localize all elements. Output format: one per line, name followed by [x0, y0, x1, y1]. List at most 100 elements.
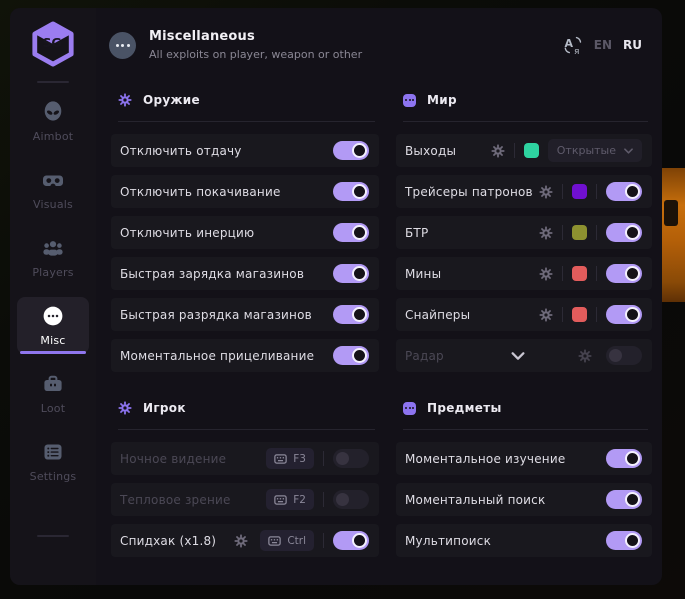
sidebar-item-label: Aimbot	[33, 130, 74, 143]
setting-label: Мультипоиск	[405, 534, 491, 548]
vr-goggles-icon	[41, 168, 65, 192]
column-right: Мир Выходы Открытые	[396, 84, 652, 585]
sidebar-item-label: Settings	[30, 470, 77, 483]
setting-row: Быстрая зарядка магазинов	[111, 257, 379, 290]
toggle-switch[interactable]	[333, 305, 369, 324]
setting-row: Отключить отдачу	[111, 134, 379, 167]
color-swatch[interactable]	[572, 266, 587, 281]
toggle-switch[interactable]	[333, 449, 369, 468]
toggle-switch[interactable]	[606, 305, 642, 324]
setting-label: Мины	[405, 267, 441, 281]
toggle-switch[interactable]	[333, 490, 369, 509]
toggle-switch[interactable]	[606, 490, 642, 509]
section-title: Мир	[427, 93, 457, 107]
hotkey-badge[interactable]: F3	[266, 448, 314, 469]
control-divider	[562, 225, 563, 240]
toggle-switch[interactable]	[333, 223, 369, 242]
color-swatch[interactable]	[524, 143, 539, 158]
people-icon	[41, 236, 65, 260]
section-items: Предметы Моментальное изучение Моменталь…	[396, 398, 652, 557]
sidebar-item-misc[interactable]: Misc	[17, 297, 89, 354]
control-divider	[323, 533, 324, 548]
section-divider	[118, 121, 375, 122]
toggle-switch[interactable]	[333, 141, 369, 160]
section-header: Мир	[396, 90, 652, 110]
toggle-switch[interactable]	[606, 182, 642, 201]
dropdown-select[interactable]: Открытые	[548, 139, 642, 162]
background-game-object	[662, 168, 685, 302]
setting-row: Тепловое зрение F2	[111, 483, 379, 516]
section-header: Предметы	[396, 398, 652, 418]
section-world: Мир Выходы Открытые	[396, 90, 652, 372]
setting-row: Выходы Открытые	[396, 134, 652, 167]
toggle-switch[interactable]	[333, 182, 369, 201]
sidebar-item-settings[interactable]: Settings	[17, 433, 89, 490]
toggle-switch[interactable]	[333, 346, 369, 365]
section-header: Игрок	[111, 398, 379, 418]
color-swatch[interactable]	[572, 307, 587, 322]
gear-icon[interactable]	[539, 308, 553, 322]
alien-icon	[41, 100, 65, 124]
control-divider	[323, 492, 324, 507]
chevron-down-icon	[624, 148, 633, 154]
sidebar: SG Aimbot	[10, 8, 96, 585]
color-swatch[interactable]	[572, 184, 587, 199]
setting-row: Моментальное прицеливание	[111, 339, 379, 372]
keyboard-icon	[274, 495, 287, 505]
setting-label: Радар	[405, 349, 444, 363]
gear-icon[interactable]	[539, 185, 553, 199]
setting-label: Быстрая разрядка магазинов	[120, 308, 312, 322]
setting-row: Мультипоиск	[396, 524, 652, 557]
gear-icon	[118, 93, 132, 107]
hotkey-badge[interactable]: Ctrl	[260, 530, 314, 551]
sidebar-item-visuals[interactable]: Visuals	[17, 161, 89, 218]
setting-row: Быстрая разрядка магазинов	[111, 298, 379, 331]
sidebar-item-label: Visuals	[33, 198, 73, 211]
toggle-switch[interactable]	[606, 346, 642, 365]
sidebar-item-label: Players	[32, 266, 73, 279]
gear-icon[interactable]	[234, 534, 248, 548]
control-divider	[596, 307, 597, 322]
setting-label: Спидхак (x1.8)	[120, 534, 216, 548]
items-icon	[403, 402, 416, 415]
page-subtitle: All exploits on player, weapon or other	[149, 48, 362, 61]
toggle-switch[interactable]	[333, 264, 369, 283]
setting-row: Трейсеры патронов	[396, 175, 652, 208]
gear-icon	[118, 401, 132, 415]
gear-icon[interactable]	[539, 226, 553, 240]
sidebar-item-players[interactable]: Players	[17, 229, 89, 286]
lang-option-ru[interactable]: RU	[623, 38, 642, 52]
app-window: SG Aimbot	[10, 8, 662, 585]
desktop-background: SG Aimbot	[0, 0, 685, 599]
keyboard-icon	[268, 536, 281, 546]
toggle-switch[interactable]	[606, 531, 642, 550]
setting-label: БТР	[405, 226, 428, 240]
toggle-switch[interactable]	[606, 223, 642, 242]
page-header: Miscellaneous All exploits on player, we…	[96, 8, 662, 82]
column-left: Оружие Отключить отдачу Отключить покачи…	[111, 84, 379, 585]
control-divider	[514, 143, 515, 158]
hotkey-badge[interactable]: F2	[266, 489, 314, 510]
ellipsis-icon	[41, 304, 65, 328]
setting-row: Ночное видение F3	[111, 442, 379, 475]
setting-label: Моментальное прицеливание	[120, 349, 314, 363]
color-swatch[interactable]	[572, 225, 587, 240]
setting-label: Моментальное изучение	[405, 452, 565, 466]
briefcase-icon	[41, 372, 65, 396]
sidebar-item-loot[interactable]: Loot	[17, 365, 89, 422]
section-title: Оружие	[143, 93, 200, 107]
setting-label: Отключить отдачу	[120, 144, 242, 158]
setting-row: Моментальный поиск	[396, 483, 652, 516]
lang-option-en[interactable]: EN	[594, 38, 612, 52]
gear-icon[interactable]	[539, 267, 553, 281]
language-switcher: A я EN RU	[563, 35, 642, 55]
toggle-switch[interactable]	[606, 264, 642, 283]
translate-icon: A я	[563, 35, 583, 55]
toggle-switch[interactable]	[606, 449, 642, 468]
gear-icon[interactable]	[491, 144, 505, 158]
expand-chevron-icon[interactable]	[511, 352, 525, 360]
sidebar-item-aimbot[interactable]: Aimbot	[17, 93, 89, 150]
setting-label: Тепловое зрение	[120, 493, 231, 507]
toggle-switch[interactable]	[333, 531, 369, 550]
gear-icon[interactable]	[578, 349, 592, 363]
